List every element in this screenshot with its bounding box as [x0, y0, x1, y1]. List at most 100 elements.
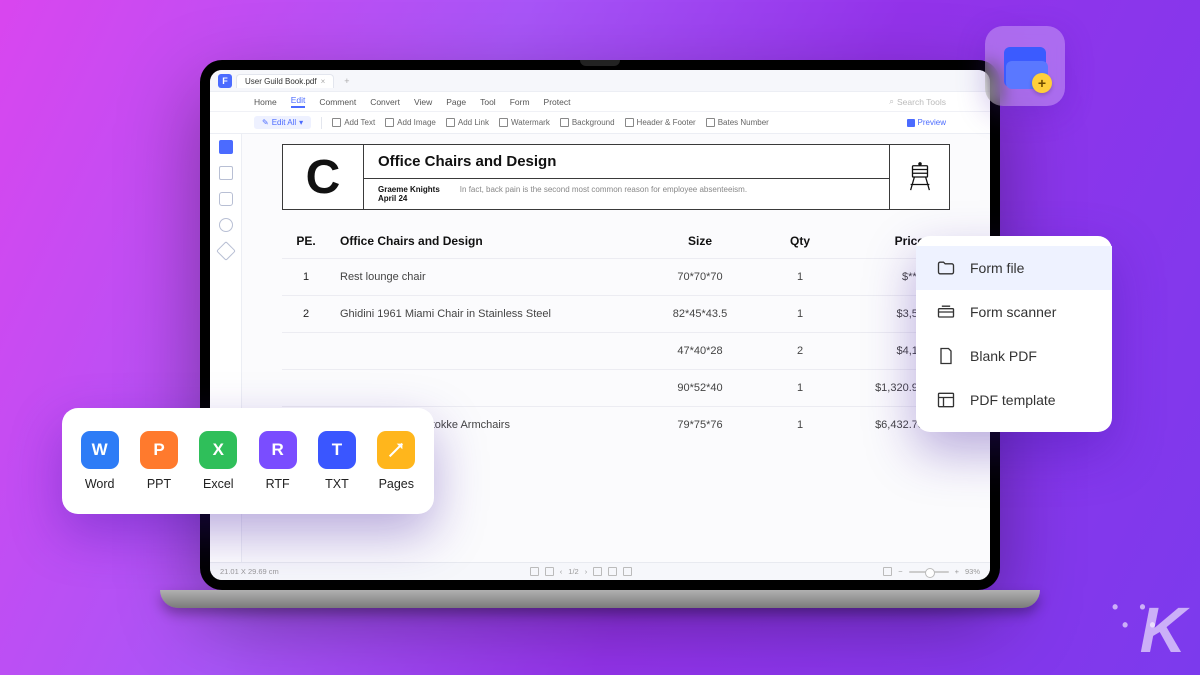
cell-size: 47*40*28 [650, 333, 750, 370]
create-option-label: Form scanner [970, 304, 1056, 320]
cell-size: 79*75*76 [650, 407, 750, 444]
format-excel[interactable]: XExcel [199, 431, 237, 491]
tool-icon [332, 118, 341, 127]
edit-all-button[interactable]: ✎ Edit All ▾ [254, 116, 311, 129]
format-ppt[interactable]: PPPT [140, 431, 178, 491]
search-rail-icon[interactable] [219, 218, 233, 232]
create-menu-popover: Form file Form scanner Blank PDF PDF templa… [916, 236, 1112, 432]
table-row[interactable]: 2Ghidini 1961 Miami Chair in Stainless S… [282, 296, 950, 333]
cell-name [330, 370, 650, 407]
format-badge-icon: T [318, 431, 356, 469]
cell-qty: 1 [750, 407, 850, 444]
toolbar-separator [321, 117, 322, 129]
zoom-in-icon[interactable]: + [955, 567, 959, 576]
menu-comment[interactable]: Comment [319, 97, 356, 107]
document-date: April 24 [378, 194, 440, 203]
tool-bates-number[interactable]: Bates Number [706, 118, 769, 127]
cell-name [330, 333, 650, 370]
app-logo-icon: F [218, 74, 232, 88]
search-tools-input[interactable]: ⌕Search Tools [889, 96, 946, 107]
cell-qty: 1 [750, 370, 850, 407]
watermark-k-logo: • • • • K [1140, 593, 1182, 667]
layout-icon[interactable] [608, 567, 617, 576]
view-mode-icon[interactable] [545, 567, 554, 576]
page-dimensions: 21.01 X 29.69 cm [220, 567, 279, 576]
cell-qty: 1 [750, 259, 850, 296]
layout-icon[interactable] [623, 567, 632, 576]
table-row[interactable]: 90*52*401$1,320.92 [282, 370, 950, 407]
preview-check-icon [907, 119, 915, 127]
prev-page-icon[interactable]: ‹ [560, 567, 563, 576]
layout-icon[interactable] [593, 567, 602, 576]
create-option-label: Blank PDF [970, 348, 1037, 364]
format-label: TXT [325, 477, 349, 491]
fit-icon[interactable] [883, 567, 892, 576]
menu-page[interactable]: Page [446, 97, 466, 107]
format-badge-icon: X [199, 431, 237, 469]
create-option-label: Form file [970, 260, 1024, 276]
blank-icon [936, 346, 956, 366]
tool-add-text[interactable]: Add Text [332, 118, 375, 127]
thumbnails-icon[interactable] [219, 140, 233, 154]
format-word[interactable]: WWord [81, 431, 119, 491]
folder-icon [936, 258, 956, 278]
format-badge-icon: R [259, 431, 297, 469]
add-document-tile[interactable]: + [985, 26, 1065, 106]
scanner-icon [936, 302, 956, 322]
create-option-form-file[interactable]: Form file [916, 246, 1112, 290]
layers-icon[interactable] [216, 241, 236, 261]
format-txt[interactable]: T TXT [318, 431, 356, 491]
table-row[interactable]: 1Rest lounge chair70*70*701$**.* [282, 259, 950, 296]
format-badge-icon: W [81, 431, 119, 469]
window-tabbar: F User Guild Book.pdf × + [210, 70, 990, 92]
format-rtf[interactable]: RRTF [259, 431, 297, 491]
format-badge-icon [377, 431, 415, 469]
tool-background[interactable]: Background [560, 118, 615, 127]
tool-icon [706, 118, 715, 127]
format-label: Pages [379, 477, 414, 491]
close-tab-icon[interactable]: × [321, 77, 326, 86]
menu-edit[interactable]: Edit [291, 95, 306, 108]
tool-icon [560, 118, 569, 127]
document-blurb: In fact, back pain is the second most co… [460, 185, 875, 203]
menu-home[interactable]: Home [254, 97, 277, 107]
zoom-out-icon[interactable]: − [898, 567, 902, 576]
chair-illustration-icon [889, 145, 949, 209]
status-bar: 21.01 X 29.69 cm ‹ 1/2 › − + 93% [210, 562, 990, 580]
table-row[interactable]: 47*40*282$4,12 [282, 333, 950, 370]
zoom-slider[interactable] [909, 571, 949, 573]
cell-qty: 1 [750, 296, 850, 333]
add-tab-button[interactable]: + [338, 76, 355, 86]
cell-qty: 2 [750, 333, 850, 370]
tool-add-image[interactable]: Add Image [385, 118, 436, 127]
tool-add-link[interactable]: Add Link [446, 118, 489, 127]
tool-header-footer[interactable]: Header & Footer [625, 118, 696, 127]
comments-icon[interactable] [219, 192, 233, 206]
format-pages[interactable]: Pages [377, 431, 415, 491]
tool-icon [385, 118, 394, 127]
col-qty: Qty [750, 224, 850, 259]
edit-all-label: Edit All [272, 118, 296, 127]
pencil-icon: ✎ [262, 118, 269, 127]
document-header-card: C Office Chairs and Design Graeme Knight… [282, 144, 950, 210]
format-badge-icon: P [140, 431, 178, 469]
preview-toggle[interactable]: Preview [907, 118, 946, 127]
edit-toolbar: ✎ Edit All ▾ Add Text Add Image Add Link Wa… [210, 112, 990, 134]
cell-pe: 2 [282, 296, 330, 333]
menu-protect[interactable]: Protect [544, 97, 571, 107]
bookmarks-icon[interactable] [219, 166, 233, 180]
next-page-icon[interactable]: › [585, 567, 588, 576]
menu-view[interactable]: View [414, 97, 432, 107]
menu-tool[interactable]: Tool [480, 97, 496, 107]
create-option-form-scanner[interactable]: Form scanner [916, 290, 1112, 334]
page-indicator: 1/2 [568, 567, 578, 576]
create-option-blank-pdf[interactable]: Blank PDF [916, 334, 1112, 378]
menu-form[interactable]: Form [510, 97, 530, 107]
create-option-pdf-template[interactable]: PDF template [916, 378, 1112, 422]
tool-watermark[interactable]: Watermark [499, 118, 550, 127]
view-mode-icon[interactable] [530, 567, 539, 576]
file-tab-label: User Guild Book.pdf [245, 77, 317, 86]
file-tab[interactable]: User Guild Book.pdf × [236, 74, 334, 88]
menu-convert[interactable]: Convert [370, 97, 400, 107]
pen-icon [389, 443, 403, 457]
